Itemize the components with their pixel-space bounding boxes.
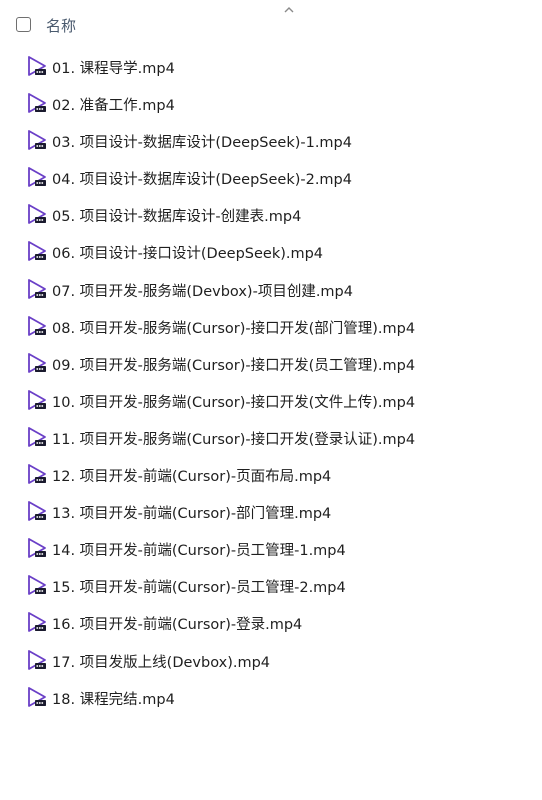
video-file-icon <box>26 278 48 300</box>
video-file-icon <box>26 574 48 596</box>
file-name[interactable]: 03. 项目设计-数据库设计(DeepSeek)-1.mp4 <box>52 131 352 152</box>
file-row[interactable]: 02. 准备工作.mp4 <box>0 85 542 122</box>
video-file-icon <box>26 240 48 262</box>
file-name[interactable]: 15. 项目开发-前端(Cursor)-员工管理-2.mp4 <box>52 576 346 597</box>
file-row[interactable]: 11. 项目开发-服务端(Cursor)-接口开发(登录认证).mp4 <box>0 419 542 456</box>
select-all-checkbox[interactable] <box>16 17 31 32</box>
file-name[interactable]: 08. 项目开发-服务端(Cursor)-接口开发(部门管理).mp4 <box>52 317 415 338</box>
video-file-icon <box>26 611 48 633</box>
file-name[interactable]: 07. 项目开发-服务端(Devbox)-项目创建.mp4 <box>52 280 353 301</box>
column-header-name[interactable]: 名称 <box>46 15 76 36</box>
file-name[interactable]: 14. 项目开发-前端(Cursor)-员工管理-1.mp4 <box>52 539 346 560</box>
file-name[interactable]: 06. 项目设计-接口设计(DeepSeek).mp4 <box>52 242 323 263</box>
video-file-icon <box>26 389 48 411</box>
file-row[interactable]: 06. 项目设计-接口设计(DeepSeek).mp4 <box>0 233 542 270</box>
file-row[interactable]: 08. 项目开发-服务端(Cursor)-接口开发(部门管理).mp4 <box>0 308 542 345</box>
video-file-icon <box>26 129 48 151</box>
video-file-icon <box>26 537 48 559</box>
file-row[interactable]: 12. 项目开发-前端(Cursor)-页面布局.mp4 <box>0 456 542 493</box>
chevron-up-icon[interactable] <box>282 5 296 15</box>
file-name[interactable]: 18. 课程完结.mp4 <box>52 688 175 709</box>
file-name[interactable]: 11. 项目开发-服务端(Cursor)-接口开发(登录认证).mp4 <box>52 428 415 449</box>
file-row[interactable]: 09. 项目开发-服务端(Cursor)-接口开发(员工管理).mp4 <box>0 345 542 382</box>
file-name[interactable]: 12. 项目开发-前端(Cursor)-页面布局.mp4 <box>52 465 331 486</box>
file-row[interactable]: 05. 项目设计-数据库设计-创建表.mp4 <box>0 196 542 233</box>
video-file-icon <box>26 686 48 708</box>
file-list: 01. 课程导学.mp4 02. 准备工作.mp4 03. 项目设计-数据库设计(D… <box>0 48 542 716</box>
file-row[interactable]: 03. 项目设计-数据库设计(DeepSeek)-1.mp4 <box>0 122 542 159</box>
video-file-icon <box>26 55 48 77</box>
video-file-icon <box>26 463 48 485</box>
file-row[interactable]: 04. 项目设计-数据库设计(DeepSeek)-2.mp4 <box>0 159 542 196</box>
file-name[interactable]: 17. 项目发版上线(Devbox).mp4 <box>52 651 270 672</box>
video-file-icon <box>26 92 48 114</box>
file-name[interactable]: 16. 项目开发-前端(Cursor)-登录.mp4 <box>52 613 302 634</box>
file-row[interactable]: 16. 项目开发-前端(Cursor)-登录.mp4 <box>0 604 542 641</box>
video-file-icon <box>26 352 48 374</box>
file-name[interactable]: 09. 项目开发-服务端(Cursor)-接口开发(员工管理).mp4 <box>52 354 415 375</box>
video-file-icon <box>26 315 48 337</box>
video-file-icon <box>26 649 48 671</box>
file-name[interactable]: 04. 项目设计-数据库设计(DeepSeek)-2.mp4 <box>52 168 352 189</box>
file-name[interactable]: 10. 项目开发-服务端(Cursor)-接口开发(文件上传).mp4 <box>52 391 415 412</box>
file-row[interactable]: 14. 项目开发-前端(Cursor)-员工管理-1.mp4 <box>0 530 542 567</box>
file-name[interactable]: 05. 项目设计-数据库设计-创建表.mp4 <box>52 205 301 226</box>
file-row[interactable]: 13. 项目开发-前端(Cursor)-部门管理.mp4 <box>0 493 542 530</box>
file-name[interactable]: 01. 课程导学.mp4 <box>52 57 175 78</box>
video-file-icon <box>26 426 48 448</box>
video-file-icon <box>26 500 48 522</box>
file-name[interactable]: 02. 准备工作.mp4 <box>52 94 175 115</box>
file-row[interactable]: 18. 课程完结.mp4 <box>0 679 542 716</box>
file-row[interactable]: 17. 项目发版上线(Devbox).mp4 <box>0 642 542 679</box>
file-row[interactable]: 01. 课程导学.mp4 <box>0 48 542 85</box>
video-file-icon <box>26 203 48 225</box>
file-row[interactable]: 07. 项目开发-服务端(Devbox)-项目创建.mp4 <box>0 271 542 308</box>
file-row[interactable]: 15. 项目开发-前端(Cursor)-员工管理-2.mp4 <box>0 567 542 604</box>
list-header: 名称 <box>0 0 542 46</box>
file-row[interactable]: 10. 项目开发-服务端(Cursor)-接口开发(文件上传).mp4 <box>0 382 542 419</box>
file-name[interactable]: 13. 项目开发-前端(Cursor)-部门管理.mp4 <box>52 502 331 523</box>
video-file-icon <box>26 166 48 188</box>
